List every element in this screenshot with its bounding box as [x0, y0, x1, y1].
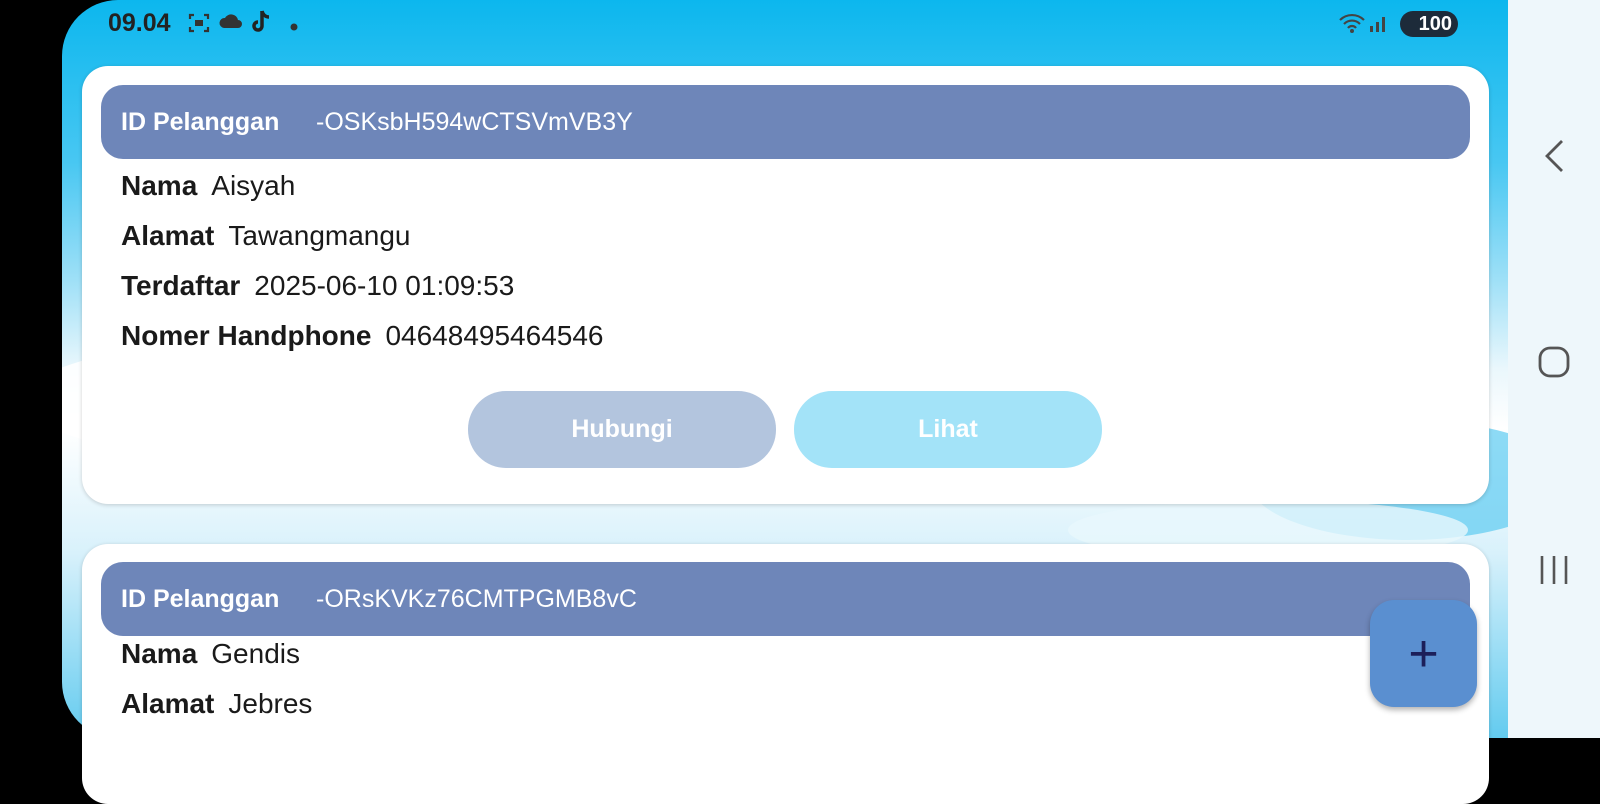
customer-id-value: -OSKsbH594wCTSVmVB3Y [316, 107, 633, 136]
field-label: Nomer Handphone [121, 320, 372, 351]
back-button[interactable] [1508, 128, 1600, 188]
battery-indicator: 100 [1400, 11, 1458, 37]
customer-id-label: ID Pelanggan [121, 584, 280, 613]
customer-card: ID Pelanggan -OSKsbH594wCTSVmVB3Y Nama Ai… [82, 66, 1489, 504]
screenshot-icon [188, 12, 210, 39]
dot-icon [290, 18, 298, 36]
customer-name-row: Nama Aisyah [121, 170, 295, 202]
contact-button[interactable]: Hubungi [468, 391, 776, 468]
customer-id-bar: ID Pelanggan -OSKsbH594wCTSVmVB3Y [101, 85, 1470, 159]
customer-name-row: Nama Gendis [121, 638, 300, 670]
field-value: Aisyah [211, 170, 296, 201]
customer-id-bar: ID Pelanggan -ORsKVKz76CMTPGMB8vC [101, 562, 1470, 636]
status-time: 09.04 [108, 9, 171, 37]
battery-level: 100 [1418, 12, 1452, 35]
plus-icon: + [1408, 624, 1439, 683]
customer-registered-row: Terdaftar 2025-06-10 01:09:53 [121, 270, 514, 302]
tiktok-icon [250, 9, 272, 40]
view-button[interactable]: Lihat [794, 391, 1102, 468]
field-value: 2025-06-10 01:09:53 [254, 270, 515, 301]
add-customer-button[interactable]: + [1370, 600, 1477, 707]
field-label: Alamat [121, 220, 215, 251]
navigation-bar [1508, 0, 1600, 738]
customer-card: ID Pelanggan -ORsKVKz76CMTPGMB8vC Nama Ge… [82, 544, 1489, 804]
back-icon [1542, 138, 1566, 179]
recents-button[interactable] [1508, 542, 1600, 602]
signal-icon [1368, 12, 1390, 39]
field-label: Nama [121, 170, 198, 201]
wifi-icon [1338, 12, 1366, 39]
customer-id-value: -ORsKVKz76CMTPGMB8vC [316, 584, 637, 613]
field-label: Terdaftar [121, 270, 241, 301]
home-icon [1537, 345, 1571, 384]
customer-address-row: Alamat Jebres [121, 688, 312, 720]
field-label: Nama [121, 638, 198, 669]
field-label: Alamat [121, 688, 215, 719]
field-value: Gendis [211, 638, 300, 669]
status-bar: 09.04 100 [62, 0, 1508, 46]
cloud-icon [218, 12, 244, 37]
field-value: 04648495464546 [385, 320, 604, 351]
field-value: Jebres [228, 688, 313, 719]
home-button[interactable] [1508, 334, 1600, 394]
customer-address-row: Alamat Tawangmangu [121, 220, 411, 252]
customer-phone-row: Nomer Handphone 04648495464546 [121, 320, 603, 352]
recents-icon [1537, 553, 1571, 592]
customer-id-label: ID Pelanggan [121, 107, 280, 136]
field-value: Tawangmangu [228, 220, 411, 251]
